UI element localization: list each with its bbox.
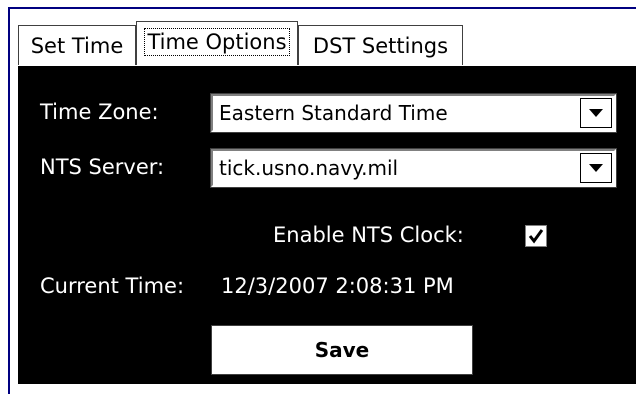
current-time-label: Current Time:	[40, 274, 185, 298]
save-button[interactable]: Save	[211, 325, 473, 375]
nts-server-label: NTS Server:	[40, 155, 165, 179]
time-zone-dropdown-button[interactable]	[580, 98, 612, 128]
time-zone-label: Time Zone:	[40, 100, 159, 124]
enable-nts-clock-label: Enable NTS Clock:	[273, 223, 464, 247]
nts-server-dropdown-button[interactable]	[580, 153, 612, 183]
save-button-label: Save	[314, 338, 370, 362]
chevron-down-icon	[589, 164, 603, 172]
current-time-value: 12/3/2007 2:08:31 PM	[221, 274, 454, 298]
nts-server-select[interactable]: tick.usno.navy.mil	[210, 148, 617, 188]
tab-set-time[interactable]: Set Time	[18, 25, 136, 65]
screen: Set Time Time Options DST Settings Time …	[0, 0, 636, 394]
tab-dst-settings[interactable]: DST Settings	[298, 25, 463, 65]
tab-time-options[interactable]: Time Options	[136, 21, 298, 65]
tab-set-time-label: Set Time	[30, 34, 124, 58]
enable-nts-clock-checkbox[interactable]	[525, 225, 547, 247]
tab-time-options-label: Time Options	[144, 28, 290, 56]
time-options-panel: Time Zone: Eastern Standard Time NTS Ser…	[18, 65, 636, 384]
tab-dst-settings-label: DST Settings	[312, 34, 449, 58]
time-zone-select[interactable]: Eastern Standard Time	[210, 93, 617, 133]
time-zone-value: Eastern Standard Time	[219, 101, 448, 125]
nts-server-value: tick.usno.navy.mil	[219, 156, 399, 180]
chevron-down-icon	[589, 109, 603, 117]
checkmark-icon	[528, 229, 544, 244]
